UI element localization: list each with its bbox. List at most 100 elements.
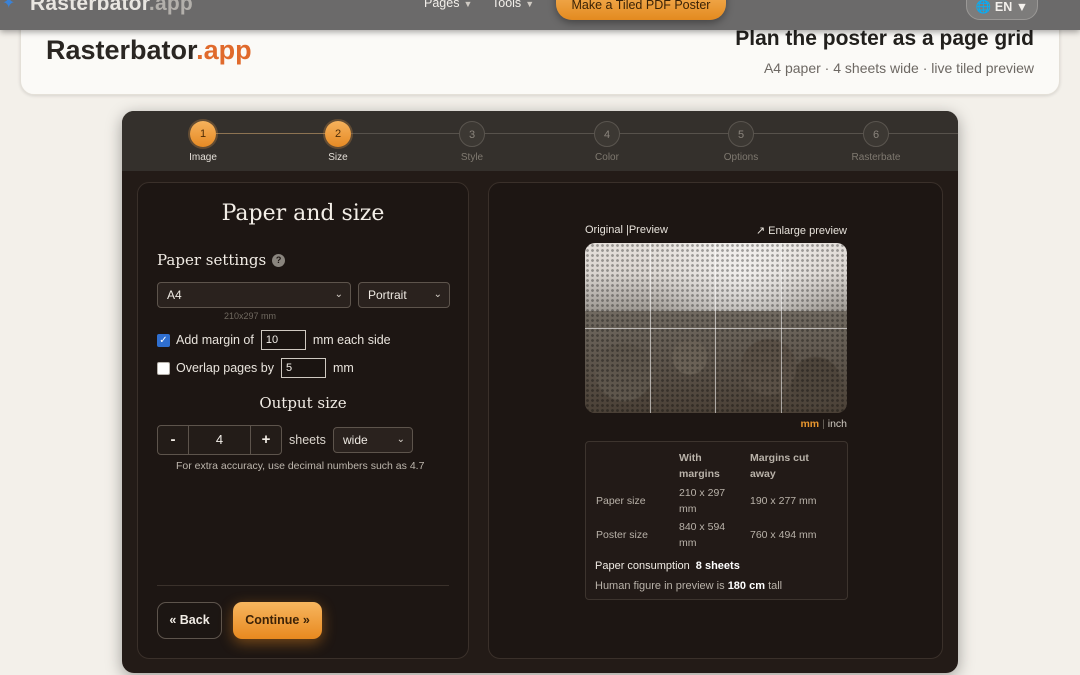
col-with-margins: With margins xyxy=(679,452,720,480)
divider xyxy=(157,585,449,586)
unit-separator: | xyxy=(822,418,825,430)
language-selector[interactable]: 🌐 EN ▼ xyxy=(966,0,1038,20)
wizard: 1 Image 2 Size 3 Style 4 Color 5 Options… xyxy=(122,111,958,673)
continue-button[interactable]: Continue » xyxy=(233,602,322,639)
output-size-title: Output size xyxy=(259,394,347,412)
margin-label: Add margin of xyxy=(176,333,254,347)
step-label: Image xyxy=(189,152,217,163)
chevron-down-icon: ▼ xyxy=(463,0,473,9)
consumption-value: 8 sheets xyxy=(695,560,740,572)
human-label: Human figure in preview is xyxy=(595,580,725,592)
header-card: Rasterbator.app Plan the poster as a pag… xyxy=(20,20,1060,95)
top-nav: ✦ Rasterbator.app Pages ▼ Tools ▼ Make a T… xyxy=(0,0,1080,30)
step-label: Options xyxy=(723,152,759,163)
orientation-select[interactable]: Portrait ⌄ xyxy=(358,282,450,308)
margin-input[interactable]: 10 xyxy=(260,330,306,350)
paper-size-with: 210 x 297 mm xyxy=(679,487,726,515)
decrement-button[interactable]: - xyxy=(158,426,188,454)
dimension-select[interactable]: wide ⌄ xyxy=(333,427,413,453)
sheets-input[interactable]: 4 xyxy=(188,426,251,454)
brand-main: Rasterbator xyxy=(46,35,197,65)
make-poster-button[interactable]: Make a Tiled PDF Poster xyxy=(556,0,726,20)
step-label: Color xyxy=(595,152,619,163)
brand-logo[interactable]: Rasterbator.app xyxy=(46,35,252,66)
paper-format-select[interactable]: A4 ⌄ xyxy=(157,282,351,308)
chevron-down-icon: ▼ xyxy=(525,0,535,9)
nav-link-label: Tools xyxy=(492,0,522,10)
logo-icon[interactable]: ✦ xyxy=(2,0,22,14)
col-margins-cut: Margins cut away xyxy=(750,452,809,480)
expand-icon: ↗ xyxy=(755,225,766,237)
nav-brand-suffix: .app xyxy=(148,0,193,15)
preview-panel: Original | Preview ↗ Enlarge preview mm |… xyxy=(488,182,943,659)
human-value: 180 cm xyxy=(727,580,765,592)
step-label: Size xyxy=(328,152,348,163)
chevron-down-icon: ▼ xyxy=(1015,0,1029,14)
unit-inch[interactable]: inch xyxy=(828,418,847,430)
step-label: Rasterbate xyxy=(851,152,901,163)
accuracy-hint: For extra accuracy, use decimal numbers … xyxy=(176,460,425,472)
margin-checkbox[interactable]: ✓ xyxy=(157,333,170,347)
tab-preview[interactable]: Preview xyxy=(629,224,668,236)
step-size[interactable]: 2 Size xyxy=(298,121,378,163)
poster-preview-image[interactable] xyxy=(585,243,847,413)
page-subtitle: A4 paper · 4 sheets wide · live tiled pr… xyxy=(763,60,1034,76)
step-bar: 1 Image 2 Size 3 Style 4 Color 5 Options… xyxy=(122,111,958,171)
step-style[interactable]: 3 Style xyxy=(432,121,512,163)
chevron-down-icon: ⌄ xyxy=(334,289,343,300)
chevron-down-icon: ⌄ xyxy=(396,434,405,445)
nav-brand-main: Rasterbator xyxy=(30,0,149,15)
increment-button[interactable]: + xyxy=(251,426,281,454)
overlap-checkbox[interactable] xyxy=(157,361,170,375)
globe-icon: 🌐 xyxy=(975,0,992,14)
row-label-paper: Paper size xyxy=(596,495,646,507)
paper-consumption: Paper consumption 8 sheets xyxy=(595,560,740,572)
nav-link-pages[interactable]: Pages ▼ xyxy=(424,0,472,10)
poster-size-cut: 760 x 494 mm xyxy=(750,529,817,541)
margin-row: ✓ Add margin of 10 mm each side xyxy=(157,330,391,350)
nav-brand[interactable]: Rasterbator.app xyxy=(30,0,193,16)
step-options[interactable]: 5 Options xyxy=(701,121,781,163)
margin-unit: mm each side xyxy=(312,333,391,347)
tab-original[interactable]: Original xyxy=(585,224,623,236)
size-stats-table: With margins Margins cut away Paper size… xyxy=(585,441,848,600)
overlap-label: Overlap pages by xyxy=(176,361,274,375)
paper-dimensions: 210x297 mm xyxy=(224,311,277,321)
unit-mm[interactable]: mm xyxy=(800,418,819,430)
step-number: 5 xyxy=(728,121,754,147)
step-number: 6 xyxy=(863,121,889,147)
paper-settings-label: Paper settings xyxy=(157,251,267,269)
orientation-value: Portrait xyxy=(368,288,407,302)
unit-toggle: mm | inch xyxy=(800,418,847,430)
enlarge-preview-link[interactable]: ↗ Enlarge preview xyxy=(756,224,847,237)
step-color[interactable]: 4 Color xyxy=(567,121,647,163)
dimension-value: wide xyxy=(343,433,368,447)
step-rasterbate[interactable]: 6 Rasterbate xyxy=(836,121,916,163)
paper-size-panel: Paper and size Paper settings? A4 ⌄ Portr… xyxy=(137,182,469,659)
overlap-input[interactable]: 5 xyxy=(280,358,326,378)
sheets-label: sheets xyxy=(289,433,326,447)
panel-title: Paper and size xyxy=(221,201,385,226)
help-icon[interactable]: ? xyxy=(272,254,286,267)
step-label: Style xyxy=(460,152,484,163)
chevron-down-icon: ⌄ xyxy=(433,289,442,300)
sheets-stepper: - 4 + xyxy=(157,425,282,455)
overlap-unit: mm xyxy=(332,361,354,375)
step-image[interactable]: 1 Image xyxy=(163,121,243,163)
nav-link-tools[interactable]: Tools ▼ xyxy=(492,0,534,10)
nav-link-label: Pages xyxy=(424,0,460,10)
paper-format-value: A4 xyxy=(167,288,182,302)
language-label: EN xyxy=(994,0,1013,14)
human-suffix: tall xyxy=(768,580,783,592)
paper-settings-title: Paper settings? xyxy=(157,251,286,269)
back-button[interactable]: « Back xyxy=(157,602,222,639)
enlarge-label: Enlarge preview xyxy=(768,225,847,237)
overlap-row: Overlap pages by 5 mm xyxy=(157,358,354,378)
row-label-poster: Poster size xyxy=(596,529,648,541)
page-grid-line xyxy=(585,328,847,329)
step-number: 4 xyxy=(594,121,620,147)
human-figure-note: Human figure in preview is 180 cm tall xyxy=(595,580,782,592)
step-number: 2 xyxy=(325,121,351,147)
consumption-label: Paper consumption xyxy=(595,560,690,572)
page-title: Plan the poster as a page grid xyxy=(735,27,1034,50)
